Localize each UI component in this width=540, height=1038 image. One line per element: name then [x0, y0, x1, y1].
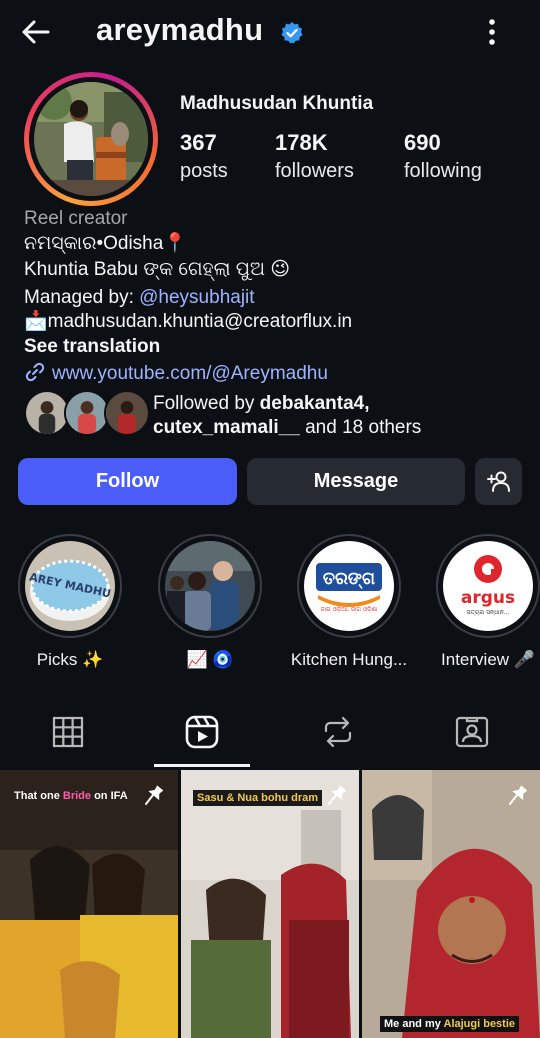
- follow-button[interactable]: Follow: [18, 458, 237, 505]
- followed-by-label: Followed by: [153, 393, 260, 414]
- reel-thumbnail[interactable]: Me and my Alajugi bestie: [362, 770, 540, 1038]
- message-button[interactable]: Message: [247, 458, 465, 505]
- reel-thumbnail[interactable]: That one Bride on IFA: [0, 770, 178, 1038]
- caption-part: Me and my: [384, 1018, 444, 1030]
- pin-icon: [328, 785, 347, 805]
- bio-email: 📩madhusudan.khuntia@creatorflux.in: [24, 311, 353, 332]
- bio-category: Reel creator: [24, 208, 128, 229]
- reel-image: [0, 770, 178, 1038]
- profile-avatar[interactable]: [24, 72, 158, 206]
- stat-label: following: [404, 160, 482, 182]
- highlight-cover: AREY MADHU: [18, 534, 122, 638]
- highlight-label: 📈 🧿: [186, 650, 234, 669]
- reel-caption: Me and my Alajugi bestie: [380, 1016, 520, 1032]
- top-bar: areymadhu: [0, 0, 540, 66]
- reel-caption: That one Bride on IFA: [10, 788, 132, 804]
- tagged-person-icon[interactable]: [452, 712, 492, 752]
- see-translation-link[interactable]: See translation: [24, 335, 160, 359]
- argus-tagline: ସତ୍ୟର ସନ୍ଧାନ...: [467, 609, 510, 616]
- caption-highlight: Alajugi bestie: [443, 1018, 516, 1030]
- avatar: [104, 390, 150, 436]
- followers-count[interactable]: 178K followers: [275, 130, 354, 183]
- more-vertical-icon[interactable]: [478, 14, 506, 50]
- highlight-label: Kitchen Hung...: [290, 650, 408, 669]
- stat-label: followers: [275, 160, 354, 182]
- pin-icon: [145, 785, 164, 805]
- argus-brand: argus: [461, 588, 515, 608]
- grid-icon[interactable]: [48, 712, 88, 752]
- profile-tabs: [0, 700, 540, 766]
- bio-link[interactable]: www.youtube.com/@Areymadhu: [24, 361, 328, 386]
- following-count[interactable]: 690 following: [404, 130, 482, 183]
- highlight-image: argus ସତ୍ୟର ସନ୍ଧାନ...: [443, 541, 533, 631]
- tarang-tagline: ଜାଗ ଓଡ଼ିଆ, ଜାଗ ଓଡ଼ିଶା: [321, 606, 378, 613]
- stat-value: 367: [180, 130, 217, 155]
- profile-username: areymadhu: [96, 12, 264, 47]
- suggested-users-button[interactable]: [475, 458, 522, 505]
- caption-part: on IFA: [91, 790, 128, 802]
- reel-thumbnail[interactable]: Sasu & Nua bohu dram: [181, 770, 359, 1038]
- highlight-cover: ତରଙ୍ଗ ଜାଗ ଓଡ଼ିଆ, ଜାଗ ଓଡ଼ିଶା: [297, 534, 401, 638]
- highlight-image: [165, 541, 255, 631]
- followed-by-line-1[interactable]: Followed by debakanta4,: [153, 392, 370, 416]
- tarang-brand: ତରଙ୍ଗ: [323, 569, 375, 590]
- followed-by-user: cutex_mamali__: [153, 417, 300, 438]
- bio-line-1: ନମସ୍କାର•Odisha📍: [24, 233, 187, 254]
- posts-count[interactable]: 367 posts: [180, 130, 228, 183]
- bio-line-2: Khuntia Babu ଙ୍କ ଗେହ୍ଲା ପୁଅ 😉: [24, 259, 291, 280]
- reel-caption: Sasu & Nua bohu dram: [193, 790, 323, 806]
- verified-badge-icon: [281, 22, 303, 44]
- highlight-cover: [158, 534, 262, 638]
- stat-value: 690: [404, 130, 441, 155]
- managed-by-handle[interactable]: @heysubhajit: [139, 287, 254, 308]
- reel-image: [181, 770, 359, 1038]
- caption-highlight: Bride: [62, 790, 92, 802]
- highlight-image: AREY MADHU: [25, 541, 115, 631]
- active-tab-indicator: [154, 764, 250, 767]
- person-add-icon: [486, 471, 510, 492]
- avatar-photo: [34, 82, 148, 196]
- pin-icon: [509, 785, 528, 805]
- highlight-image: ତରଙ୍ଗ ଜାଗ ଓଡ଼ିଆ, ଜାଗ ଓଡ଼ିଶା: [304, 541, 394, 631]
- followed-by-user: debakanta4: [259, 393, 365, 414]
- caption-part: That one: [14, 790, 63, 802]
- reel-image: [362, 770, 540, 1038]
- mutual-followers-avatars[interactable]: [24, 390, 150, 438]
- highlight-label: Picks ✨: [36, 650, 104, 669]
- repost-icon[interactable]: [318, 712, 358, 752]
- bio-link-text: www.youtube.com/@Areymadhu: [52, 363, 328, 384]
- stat-label: posts: [180, 160, 228, 182]
- reels-grid: That one Bride on IFA Sasu & Nua bohu dr…: [0, 770, 540, 1038]
- link-icon: [25, 362, 45, 382]
- followed-by-separator: ,: [364, 393, 370, 414]
- reels-icon[interactable]: [182, 712, 222, 752]
- highlight-cover: argus ସତ୍ୟର ସନ୍ଧାନ...: [436, 534, 540, 638]
- profile-full-name: Madhusudan Khuntia: [180, 93, 374, 114]
- followed-by-suffix: and 18 others: [299, 417, 422, 438]
- arrow-left-icon[interactable]: [18, 14, 54, 50]
- managed-by-label: Managed by:: [24, 287, 140, 308]
- bio-managed-by: Managed by: @heysubhajit: [24, 286, 255, 310]
- highlight-label: Interview 🎤: [441, 650, 535, 669]
- stat-value: 178K: [275, 130, 328, 155]
- followed-by-line-2[interactable]: cutex_mamali__ and 18 others: [153, 416, 421, 440]
